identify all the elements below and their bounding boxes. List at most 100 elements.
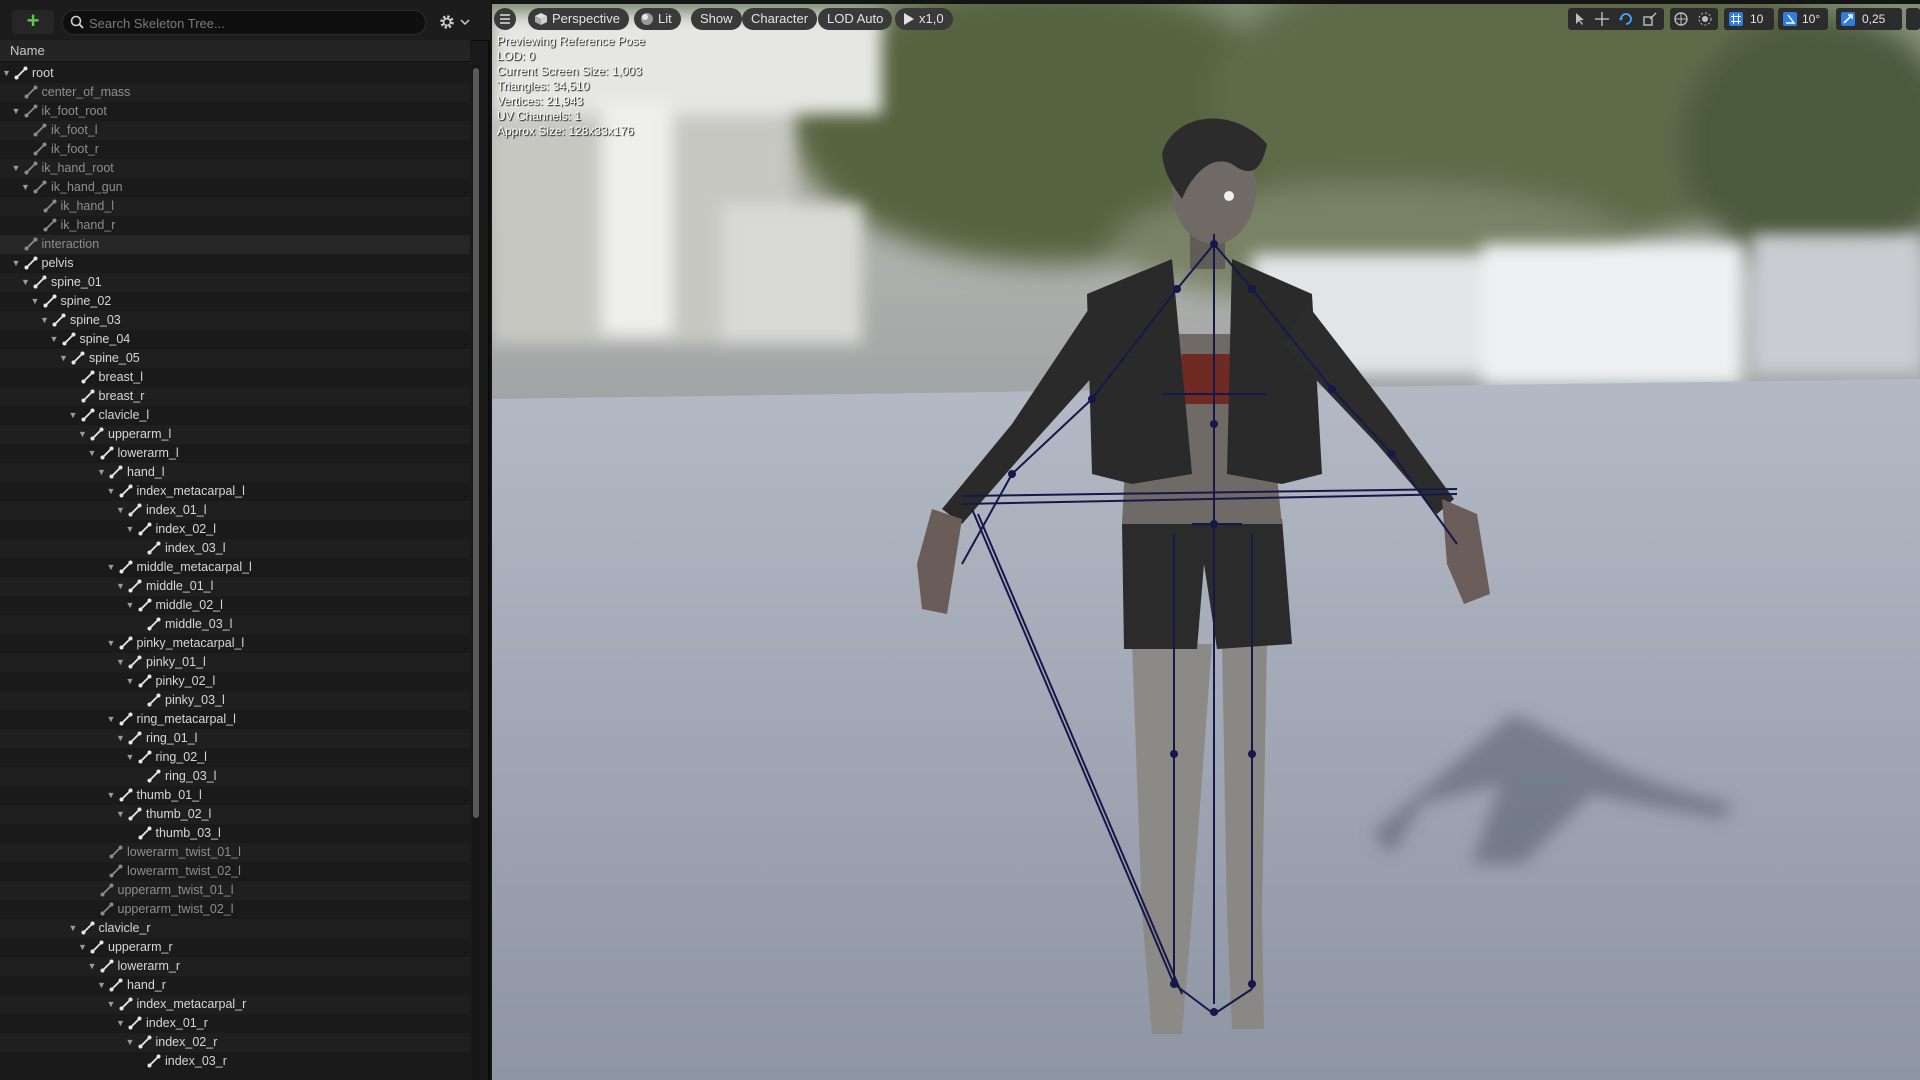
viewport-menu-button[interactable] bbox=[494, 8, 516, 30]
expand-arrow-icon[interactable]: ▼ bbox=[69, 919, 79, 938]
move-icon[interactable] bbox=[1594, 11, 1610, 27]
rotate-icon[interactable] bbox=[1618, 11, 1634, 27]
expand-arrow-icon[interactable]: ▼ bbox=[88, 444, 98, 463]
tree-row[interactable]: ▼ thumb_02_l bbox=[0, 805, 470, 824]
tree-row[interactable]: ▼ index_02_l bbox=[0, 520, 470, 539]
tree-row[interactable]: lowerarm_twist_02_l bbox=[0, 862, 470, 881]
tree-row[interactable]: ▼ ring_01_l bbox=[0, 729, 470, 748]
perspective-button[interactable]: Perspective bbox=[528, 8, 629, 30]
tree-row[interactable]: upperarm_twist_02_l bbox=[0, 900, 470, 919]
tree-row[interactable]: ▼ spine_04 bbox=[0, 330, 470, 349]
world-local-icon[interactable] bbox=[1673, 11, 1689, 27]
tree-row[interactable]: index_03_r bbox=[0, 1052, 470, 1071]
tree-row[interactable]: ▼ upperarm_r bbox=[0, 938, 470, 957]
search-box[interactable] bbox=[62, 10, 426, 35]
tree-row[interactable]: upperarm_twist_01_l bbox=[0, 881, 470, 900]
camera-speed-group[interactable] bbox=[1906, 8, 1920, 30]
play-speed-button[interactable]: x1,0 bbox=[895, 8, 953, 30]
expand-arrow-icon[interactable]: ▼ bbox=[59, 349, 69, 368]
show-button[interactable]: Show bbox=[691, 8, 742, 30]
expand-arrow-icon[interactable]: ▼ bbox=[116, 805, 126, 824]
tree-row[interactable]: ▼ index_01_l bbox=[0, 501, 470, 520]
tree-row[interactable]: interaction bbox=[0, 235, 470, 254]
tree-row[interactable]: breast_l bbox=[0, 368, 470, 387]
tree-row[interactable]: ring_03_l bbox=[0, 767, 470, 786]
expand-arrow-icon[interactable]: ▼ bbox=[116, 729, 126, 748]
expand-arrow-icon[interactable]: ▼ bbox=[97, 463, 107, 482]
expand-arrow-icon[interactable]: ▼ bbox=[107, 710, 117, 729]
tree-row[interactable]: ▼ middle_02_l bbox=[0, 596, 470, 615]
expand-arrow-icon[interactable]: ▼ bbox=[2, 64, 12, 83]
tree-row[interactable]: index_03_l bbox=[0, 539, 470, 558]
tree-row[interactable]: ▼ index_01_r bbox=[0, 1014, 470, 1033]
rotation-snap-group[interactable]: 10° bbox=[1778, 8, 1828, 30]
tree-row[interactable]: ▼ index_02_r bbox=[0, 1033, 470, 1052]
expand-arrow-icon[interactable]: ▼ bbox=[78, 425, 88, 444]
expand-arrow-icon[interactable]: ▼ bbox=[107, 482, 117, 501]
tree-row[interactable]: ▼ spine_03 bbox=[0, 311, 470, 330]
expand-arrow-icon[interactable]: ▼ bbox=[21, 178, 31, 197]
expand-arrow-icon[interactable]: ▼ bbox=[107, 558, 117, 577]
expand-arrow-icon[interactable]: ▼ bbox=[107, 634, 117, 653]
viewport[interactable]: Perspective Lit Show Character LOD Auto … bbox=[492, 4, 1920, 1080]
tree-row[interactable]: ▼ pinky_01_l bbox=[0, 653, 470, 672]
expand-arrow-icon[interactable]: ▼ bbox=[116, 1014, 126, 1033]
tree-row[interactable]: pinky_03_l bbox=[0, 691, 470, 710]
tree-row[interactable]: ▼ middle_metacarpal_l bbox=[0, 558, 470, 577]
tree-row[interactable]: ▼ root bbox=[0, 64, 470, 83]
tree-row[interactable]: ▼ ik_hand_root bbox=[0, 159, 470, 178]
tree-row[interactable]: center_of_mass bbox=[0, 83, 470, 102]
lit-button[interactable]: Lit bbox=[634, 8, 681, 30]
tree-row[interactable]: ▼ hand_r bbox=[0, 976, 470, 995]
tree-row[interactable]: ▼ ik_foot_root bbox=[0, 102, 470, 121]
expand-arrow-icon[interactable]: ▼ bbox=[107, 786, 117, 805]
expand-arrow-icon[interactable]: ▼ bbox=[12, 102, 22, 121]
tree-row[interactable]: ik_hand_r bbox=[0, 216, 470, 235]
tree-row[interactable]: ▼ spine_01 bbox=[0, 273, 470, 292]
expand-arrow-icon[interactable]: ▼ bbox=[116, 501, 126, 520]
tree-row[interactable]: ▼ index_metacarpal_l bbox=[0, 482, 470, 501]
tree-row[interactable]: ▼ ring_02_l bbox=[0, 748, 470, 767]
expand-arrow-icon[interactable]: ▼ bbox=[78, 938, 88, 957]
tree-row[interactable]: ▼ middle_01_l bbox=[0, 577, 470, 596]
expand-arrow-icon[interactable]: ▼ bbox=[116, 577, 126, 596]
tree-row[interactable]: ▼ pinky_metacarpal_l bbox=[0, 634, 470, 653]
tree-row[interactable]: middle_03_l bbox=[0, 615, 470, 634]
tree-row[interactable]: thumb_03_l bbox=[0, 824, 470, 843]
add-button[interactable]: + bbox=[12, 10, 54, 34]
tree-row[interactable]: ▼ lowerarm_l bbox=[0, 444, 470, 463]
expand-arrow-icon[interactable]: ▼ bbox=[107, 995, 117, 1014]
expand-arrow-icon[interactable]: ▼ bbox=[126, 748, 136, 767]
expand-arrow-icon[interactable]: ▼ bbox=[126, 672, 136, 691]
expand-arrow-icon[interactable]: ▼ bbox=[97, 976, 107, 995]
tree-row[interactable]: ▼ ik_hand_gun bbox=[0, 178, 470, 197]
tree-row[interactable]: ▼ clavicle_l bbox=[0, 406, 470, 425]
tree-row[interactable]: ik_foot_l bbox=[0, 121, 470, 140]
expand-arrow-icon[interactable]: ▼ bbox=[116, 653, 126, 672]
tree-row[interactable]: ▼ pinky_02_l bbox=[0, 672, 470, 691]
tree-row[interactable]: ▼ spine_05 bbox=[0, 349, 470, 368]
expand-arrow-icon[interactable]: ▼ bbox=[69, 406, 79, 425]
surface-snap-icon[interactable] bbox=[1697, 11, 1713, 27]
expand-arrow-icon[interactable]: ▼ bbox=[40, 311, 50, 330]
tree-row[interactable]: ▼ upperarm_l bbox=[0, 425, 470, 444]
expand-arrow-icon[interactable]: ▼ bbox=[12, 254, 22, 273]
tree-row[interactable]: ▼ clavicle_r bbox=[0, 919, 470, 938]
scale-icon[interactable] bbox=[1642, 11, 1658, 27]
tree-row[interactable]: ik_hand_l bbox=[0, 197, 470, 216]
expand-arrow-icon[interactable]: ▼ bbox=[126, 596, 136, 615]
tree-row[interactable]: ▼ hand_l bbox=[0, 463, 470, 482]
search-input[interactable] bbox=[87, 13, 421, 33]
tree-row[interactable]: ▼ lowerarm_r bbox=[0, 957, 470, 976]
settings-button[interactable] bbox=[438, 11, 472, 33]
tree-row[interactable]: ▼ index_metacarpal_r bbox=[0, 995, 470, 1014]
tree-row[interactable]: ▼ ring_metacarpal_l bbox=[0, 710, 470, 729]
scrollbar-thumb[interactable] bbox=[473, 68, 479, 818]
tree-row[interactable]: ik_foot_r bbox=[0, 140, 470, 159]
tree-row[interactable]: ▼ thumb_01_l bbox=[0, 786, 470, 805]
tree-row[interactable]: lowerarm_twist_01_l bbox=[0, 843, 470, 862]
expand-arrow-icon[interactable]: ▼ bbox=[50, 330, 60, 349]
scale-snap-group[interactable]: 0,25 bbox=[1836, 8, 1902, 30]
expand-arrow-icon[interactable]: ▼ bbox=[31, 292, 41, 311]
expand-arrow-icon[interactable]: ▼ bbox=[88, 957, 98, 976]
